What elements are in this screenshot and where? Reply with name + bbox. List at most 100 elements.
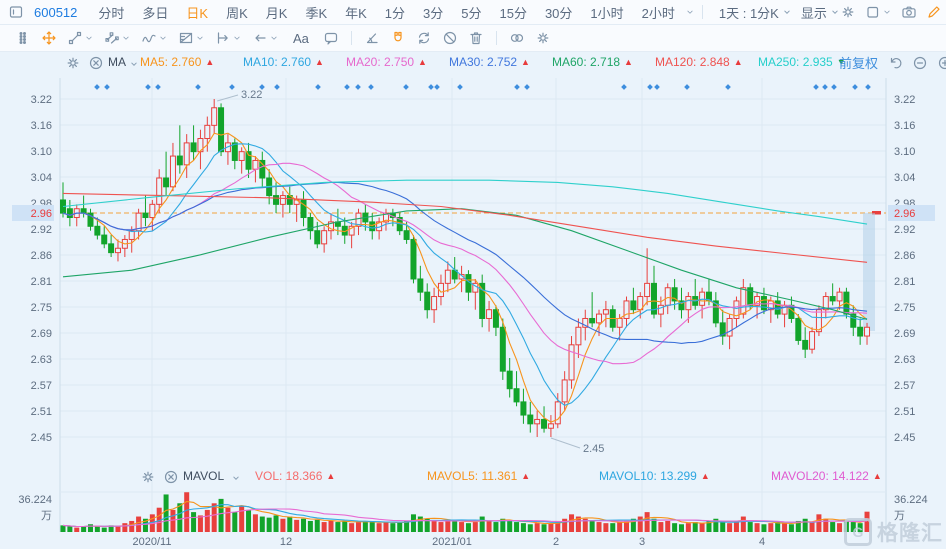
toolbar-right-icons: F10 (840, 4, 946, 20)
candlestick-chart[interactable]: 3.223.223.163.163.103.103.043.042.982.98… (0, 0, 946, 549)
tab-30分[interactable]: 30分 (536, 3, 581, 22)
tab-季K[interactable]: 季K (296, 3, 336, 22)
svg-text:2.86: 2.86 (31, 250, 52, 262)
svg-text:3: 3 (639, 536, 645, 548)
link-charts-icon[interactable] (509, 30, 525, 46)
note-tool-icon[interactable] (323, 30, 339, 46)
up-arrow-icon: ▲ (521, 57, 530, 67)
chevron-down-icon[interactable] (195, 33, 205, 43)
svg-text:2.81: 2.81 (31, 276, 52, 288)
replay-tool-icon[interactable] (416, 30, 432, 46)
gelonghui-logo-icon: G (844, 518, 872, 546)
adjust-mode-button[interactable]: 前复权 (839, 53, 878, 72)
indicator-close-icon[interactable] (88, 55, 104, 71)
legend-item: MA20: 2.750▲ (346, 55, 427, 69)
magnet-tool-icon[interactable] (390, 30, 406, 46)
angle-tool-icon[interactable] (364, 30, 380, 46)
tab-1分[interactable]: 1分 (376, 3, 414, 22)
trendline-tool-icon[interactable] (67, 30, 83, 46)
fibonacci-tool-icon[interactable] (178, 30, 194, 46)
svg-text:2.92: 2.92 (31, 224, 52, 236)
layout-icon[interactable] (865, 4, 881, 20)
drawing-settings-icon[interactable] (535, 30, 551, 46)
indicator-name[interactable]: MAVOL (183, 469, 224, 483)
toolbar-divider (702, 5, 703, 19)
wave-tool-icon[interactable] (141, 30, 157, 46)
svg-text:2.45: 2.45 (31, 432, 52, 444)
grip-handle-icon[interactable] (15, 30, 31, 46)
svg-text:3.22: 3.22 (894, 94, 915, 106)
zoom-in-icon[interactable] (937, 55, 946, 71)
screenshot-icon[interactable] (901, 4, 917, 20)
legend-item: MA250: 2.935▼ (758, 55, 846, 69)
legend-item: MAVOL10: 13.299▲ (599, 469, 710, 483)
indicator-settings-icon[interactable] (140, 469, 156, 485)
zoom-out-icon[interactable] (912, 55, 928, 71)
undo-icon[interactable] (887, 55, 903, 71)
stock-code[interactable]: 600512 (24, 5, 89, 20)
tab-日K[interactable]: 日K (177, 3, 217, 22)
legend-item: MA60: 2.718▲ (552, 55, 633, 69)
chevron-down-icon[interactable] (882, 7, 892, 17)
indicator-close-icon[interactable] (163, 469, 179, 485)
up-arrow-icon: ▲ (873, 471, 882, 481)
move-tool-icon[interactable] (41, 30, 57, 46)
chevron-down-icon[interactable] (84, 33, 94, 43)
ray-tool-icon[interactable] (215, 30, 231, 46)
watermark: G 格隆汇 (844, 517, 943, 547)
chevron-down-icon[interactable] (232, 33, 242, 43)
tab-1小时[interactable]: 1小时 (581, 3, 632, 22)
svg-text:3.16: 3.16 (894, 120, 915, 132)
top-toolbar: 600512 分时多日日K周K月K季K年K1分3分5分15分30分1小时2小时 … (0, 0, 946, 25)
svg-text:2020/11: 2020/11 (133, 536, 172, 548)
up-arrow-icon: ▲ (701, 471, 710, 481)
chevron-down-icon[interactable] (830, 7, 840, 17)
channel-tool-icon[interactable] (104, 30, 120, 46)
up-arrow-icon: ▲ (315, 57, 324, 67)
chevron-down-icon[interactable] (269, 33, 279, 43)
display-menu[interactable]: 显示 (792, 3, 829, 22)
mavol-legend: MAVOL VOL: 18.366▲MAVOL5: 11.361▲MAVOL10… (0, 469, 946, 487)
legend-item: MAVOL5: 11.361▲ (427, 469, 530, 483)
chevron-down-icon[interactable] (782, 7, 792, 17)
delete-drawings-icon[interactable] (468, 30, 484, 46)
chevron-down-icon[interactable] (685, 7, 695, 17)
indicator-settings-icon[interactable] (65, 55, 81, 71)
tab-15分[interactable]: 15分 (490, 3, 535, 22)
up-arrow-icon: ▲ (418, 57, 427, 67)
legend-item: MA30: 2.752▲ (449, 55, 530, 69)
tab-周K[interactable]: 周K (217, 3, 257, 22)
text-tool-button[interactable]: Aa (289, 31, 313, 46)
svg-text:2.96: 2.96 (31, 208, 52, 220)
window-icon[interactable] (8, 4, 24, 20)
tab-3分[interactable]: 3分 (414, 3, 452, 22)
legend-item: MA10: 2.760▲ (243, 55, 324, 69)
tab-分时[interactable]: 分时 (89, 3, 133, 22)
legend-item: MA120: 2.848▲ (655, 55, 743, 69)
hide-drawings-icon[interactable] (442, 30, 458, 46)
chevron-down-icon[interactable] (158, 33, 168, 43)
tab-年K[interactable]: 年K (336, 3, 376, 22)
tab-月K[interactable]: 月K (257, 3, 297, 22)
svg-text:12: 12 (280, 536, 292, 548)
svg-text:2.51: 2.51 (894, 406, 915, 418)
svg-text:3.22: 3.22 (31, 94, 52, 106)
tab-多日[interactable]: 多日 (133, 3, 177, 22)
period-display[interactable]: 1天 : 1分K (710, 3, 781, 22)
svg-text:36.224: 36.224 (894, 494, 928, 506)
svg-text:2.69: 2.69 (894, 328, 915, 340)
svg-text:2.45: 2.45 (583, 443, 604, 455)
chevron-down-icon[interactable] (121, 33, 131, 43)
chart-settings-icon[interactable] (840, 4, 856, 20)
tab-2小时[interactable]: 2小时 (633, 3, 684, 22)
chevron-down-icon[interactable] (231, 473, 241, 483)
svg-text:2.75: 2.75 (31, 302, 52, 314)
arrow-tool-icon[interactable] (252, 30, 268, 46)
svg-text:2.92: 2.92 (894, 224, 915, 236)
draw-icon[interactable] (926, 4, 942, 20)
chevron-down-icon[interactable] (129, 59, 139, 69)
indicator-name[interactable]: MA (108, 55, 126, 69)
svg-text:2021/01: 2021/01 (432, 536, 472, 548)
tab-5分[interactable]: 5分 (452, 3, 490, 22)
toolbar-divider (496, 31, 497, 45)
